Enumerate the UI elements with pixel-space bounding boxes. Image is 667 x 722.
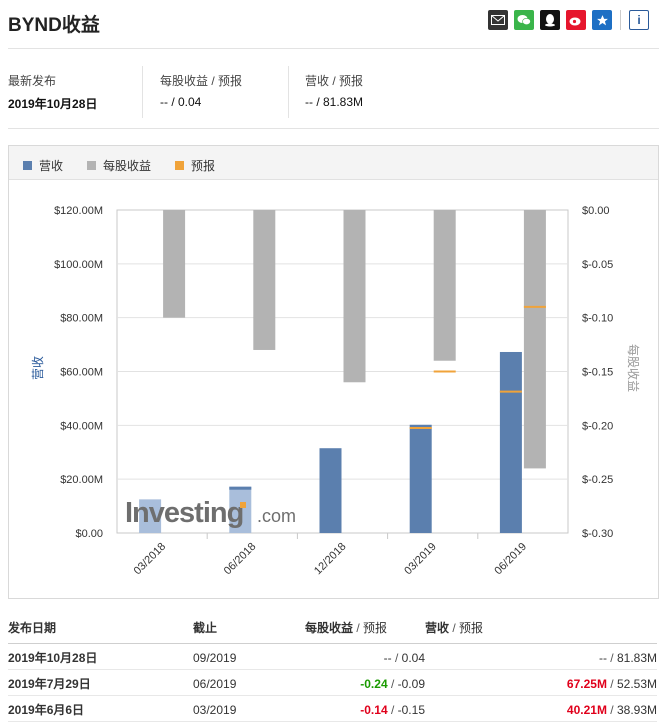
qq-icon[interactable] bbox=[540, 10, 560, 30]
legend-label-forecast: 预报 bbox=[191, 159, 216, 173]
revenue-bar-cap bbox=[229, 486, 252, 490]
cell-revenue: 40.21M / 38.93M bbox=[425, 695, 657, 722]
cell-eps: -- / 0.04 bbox=[305, 643, 425, 670]
cell-eps: -0.24 / -0.09 bbox=[305, 669, 425, 696]
y-right-tick-label: $-0.25 bbox=[582, 474, 613, 486]
eps-bar bbox=[253, 210, 276, 350]
y-left-tick-label: $40.00M bbox=[60, 420, 103, 432]
y-right-tick-label: $-0.15 bbox=[582, 367, 613, 379]
latest-release-label: 最新发布 bbox=[8, 74, 57, 88]
cell-eps: -0.14 / -0.15 bbox=[305, 695, 425, 722]
weibo-icon[interactable] bbox=[566, 10, 586, 30]
revenue-stat-label: 营收 / 预报 bbox=[305, 74, 364, 88]
y-right-tick-label: $-0.20 bbox=[582, 420, 613, 432]
eps-stat-label: 每股收益 / 预报 bbox=[160, 74, 243, 88]
y-axis-right-title: 每股收益 bbox=[626, 344, 641, 392]
earnings-chart: 营收 每股收益 预报 $120.00M $0.00 $100.00M $-0.05 $8… bbox=[8, 145, 659, 599]
col-revenue[interactable]: 营收 / 预报 bbox=[425, 619, 657, 644]
x-tick-label: 03/2019 bbox=[402, 541, 439, 578]
table-row: 2019年6月6日 03/2019 -0.14 / -0.15 40.21M / 38… bbox=[8, 695, 657, 722]
legend-swatch-forecast bbox=[175, 161, 184, 170]
cell-revenue: 67.25M / 52.53M bbox=[425, 669, 657, 696]
y-left-tick-label: $20.00M bbox=[60, 474, 103, 486]
revenue-bar bbox=[499, 351, 522, 533]
y-right-tick-label: $-0.05 bbox=[582, 259, 613, 271]
x-tick-label: 12/2018 bbox=[312, 541, 349, 578]
svg-text:Investing: Investing bbox=[125, 497, 243, 529]
eps-bar bbox=[343, 210, 366, 383]
cell-period: 09/2019 bbox=[193, 643, 305, 670]
cell-period: 06/2019 bbox=[193, 669, 305, 696]
eps-bar bbox=[523, 210, 546, 469]
col-period[interactable]: 截止 bbox=[193, 619, 305, 644]
chart-plot: $120.00M $0.00 $100.00M $-0.05 $80.00M $-0.10… bbox=[31, 205, 641, 578]
y-axis-left-title: 营收 bbox=[31, 356, 45, 380]
legend-item-eps[interactable]: 每股收益 bbox=[87, 157, 151, 174]
eps-bar bbox=[433, 210, 456, 361]
cell-release-date: 2019年6月6日 bbox=[8, 695, 193, 722]
y-right-tick-label: $0.00 bbox=[582, 205, 610, 217]
x-tick-label: 06/2018 bbox=[222, 541, 259, 578]
legend-item-forecast[interactable]: 预报 bbox=[175, 157, 215, 174]
legend-label-eps: 每股收益 bbox=[103, 159, 152, 173]
cell-release-date: 2019年7月29日 bbox=[8, 669, 193, 696]
revenue-stat: 营收 / 预报 -- / 81.83M bbox=[305, 72, 363, 109]
investing-watermark: Investing .com bbox=[125, 497, 296, 529]
latest-release-date: 2019年10月28日 bbox=[8, 97, 98, 111]
table-header-row: 发布日期 截止 每股收益 / 预报 营收 / 预报 bbox=[8, 619, 657, 644]
y-right-tick-label: $-0.30 bbox=[582, 528, 613, 540]
star-icon[interactable] bbox=[592, 10, 612, 30]
legend-label-revenue: 营收 bbox=[39, 159, 64, 173]
legend-swatch-eps bbox=[87, 161, 96, 170]
info-icon[interactable]: i bbox=[629, 10, 649, 30]
wechat-icon[interactable] bbox=[514, 10, 534, 30]
revenue-bar bbox=[319, 448, 342, 533]
earnings-table: 发布日期 截止 每股收益 / 预报 营收 / 预报 2019年10月28日 09/… bbox=[8, 619, 657, 722]
x-tick-label: 06/2019 bbox=[492, 541, 529, 578]
cell-release-date: 2019年10月28日 bbox=[8, 643, 193, 670]
col-eps[interactable]: 每股收益 / 预报 bbox=[305, 619, 425, 644]
mail-icon[interactable] bbox=[488, 10, 508, 30]
eps-stat: 每股收益 / 预报 -- / 0.04 bbox=[160, 72, 242, 109]
chart-legend: 营收 每股收益 预报 bbox=[9, 146, 658, 180]
cell-revenue: -- / 81.83M bbox=[425, 643, 657, 670]
revenue-stat-value: -- / 81.83M bbox=[305, 95, 364, 109]
cell-period: 03/2019 bbox=[193, 695, 305, 722]
x-tick-label: 03/2018 bbox=[132, 541, 169, 578]
y-left-tick-label: $60.00M bbox=[60, 367, 103, 379]
eps-bar bbox=[163, 210, 186, 318]
col-release-date[interactable]: 发布日期 bbox=[8, 619, 193, 644]
svg-text:.com: .com bbox=[257, 506, 296, 526]
revenue-bar bbox=[409, 424, 432, 533]
legend-swatch-revenue bbox=[23, 161, 32, 170]
table-row: 2019年7月29日 06/2019 -0.24 / -0.09 67.25M / 5… bbox=[8, 669, 657, 696]
share-toolbar: i bbox=[482, 10, 649, 30]
legend-item-revenue[interactable]: 营收 bbox=[23, 157, 63, 174]
table-row: 2019年10月28日 09/2019 -- / 0.04 -- / 81.83M bbox=[8, 643, 657, 670]
page-title: BYND收益 bbox=[8, 15, 100, 36]
y-left-tick-label: $100.00M bbox=[54, 259, 103, 271]
y-left-tick-label: $120.00M bbox=[54, 205, 103, 217]
y-right-tick-label: $-0.10 bbox=[582, 313, 613, 325]
latest-release-stat: 最新发布 2019年10月28日 bbox=[8, 72, 97, 112]
eps-stat-value: -- / 0.04 bbox=[160, 95, 202, 109]
y-left-tick-label: $80.00M bbox=[60, 313, 103, 325]
y-left-tick-label: $0.00 bbox=[75, 528, 103, 540]
